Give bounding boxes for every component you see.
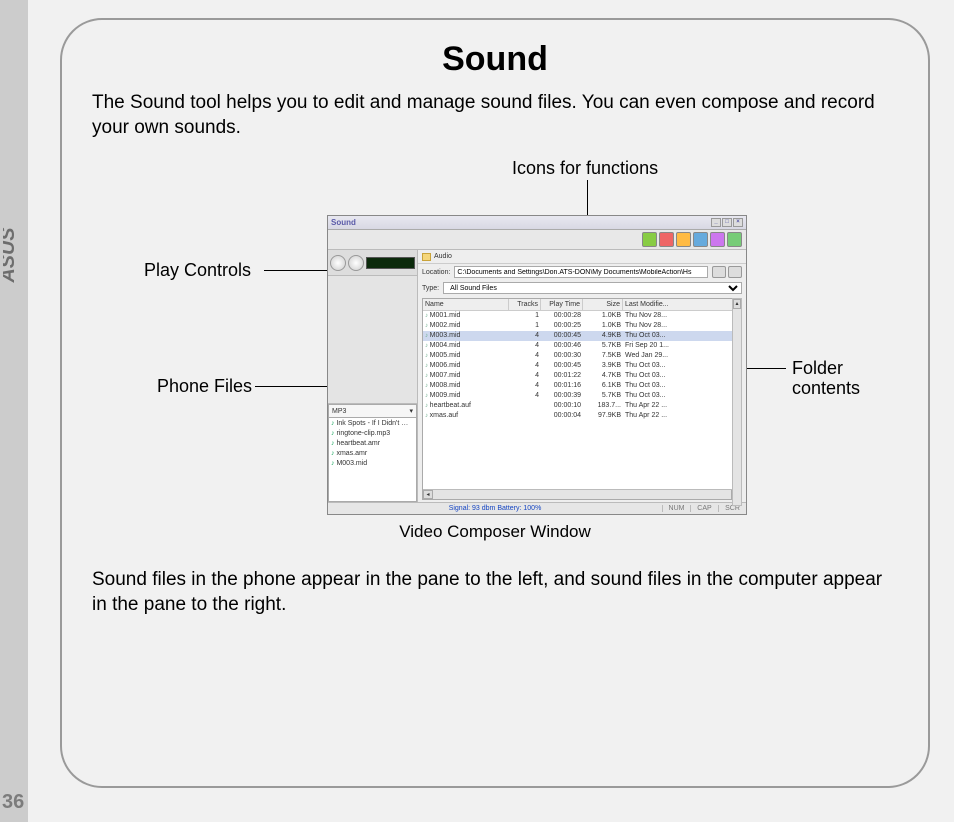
play-controls (328, 250, 417, 276)
phone-file-item[interactable]: Ink Spots - If I Didn't … (331, 419, 414, 429)
phone-files-section: MP3▾ Ink Spots - If I Didn't …ringtone-c… (328, 403, 417, 502)
phone-file-item[interactable]: ringtone-clip.mp3 (331, 429, 414, 439)
type-select[interactable]: All Sound Files (443, 282, 742, 294)
folder-tab[interactable]: Audio (418, 250, 746, 264)
toolbar-icon-6[interactable] (727, 232, 742, 247)
location-input[interactable] (454, 266, 708, 278)
status-cap: CAP (690, 505, 718, 512)
phone-type-label: MP3 (332, 408, 346, 415)
location-label: Location: (422, 269, 450, 276)
table-row[interactable]: M006.mid400:00:453.9KBThu Oct 03... (423, 361, 741, 371)
table-row[interactable]: heartbeat.auf00:00:10183.7...Thu Apr 22 … (423, 401, 741, 411)
status-num: NUM (662, 505, 690, 512)
scroll-left-icon[interactable]: ◂ (423, 490, 433, 499)
toolbar (328, 230, 746, 250)
folder-tab-label: Audio (434, 253, 452, 260)
phone-file-item[interactable]: xmas.amr (331, 449, 414, 459)
status-signal: Signal: 93 dbm Battery: 100% (328, 505, 662, 512)
col-size[interactable]: Size (583, 299, 623, 310)
intro-text: The Sound tool helps you to edit and man… (92, 91, 898, 140)
phone-type-dropdown[interactable]: MP3▾ (328, 404, 417, 418)
file-table[interactable]: Name Tracks Play Time Size Last Modifie.… (422, 298, 742, 500)
h-scrollbar[interactable]: ◂ ▸ (423, 489, 741, 499)
toolbar-icon-5[interactable] (710, 232, 725, 247)
svg-text:ASUS: ASUS (3, 227, 19, 283)
minimize-button[interactable]: _ (711, 218, 721, 227)
col-tracks[interactable]: Tracks (509, 299, 541, 310)
diagram-area: Icons for functions Play Controls Phone … (92, 150, 898, 550)
toolbar-icon-1[interactable] (642, 232, 657, 247)
phone-file-item[interactable]: M003.mid (331, 459, 414, 469)
table-row[interactable]: M009.mid400:00:395.7KBThu Oct 03... (423, 391, 741, 401)
window-title: Sound (331, 218, 356, 227)
callout-folder-l1: Folder (792, 358, 843, 379)
page-spine: ASUS 36 (0, 0, 28, 822)
brand-logo: ASUS (2, 200, 26, 315)
stop-button[interactable] (348, 255, 364, 271)
up-folder-button[interactable] (712, 266, 726, 278)
table-row[interactable]: M002.mid100:00:251.0KBThu Nov 28... (423, 321, 741, 331)
toolbar-icon-4[interactable] (693, 232, 708, 247)
maximize-button[interactable]: □ (722, 218, 732, 227)
callout-play: Play Controls (144, 260, 251, 281)
close-button[interactable]: × (733, 218, 743, 227)
table-row[interactable]: M003.mid400:00:454.9KBThu Oct 03... (423, 331, 741, 341)
play-display (366, 257, 415, 269)
phone-file-item[interactable]: heartbeat.amr (331, 439, 414, 449)
table-row[interactable]: M001.mid100:00:281.0KBThu Nov 28... (423, 311, 741, 321)
callout-icons: Icons for functions (512, 158, 658, 179)
page-number: 36 (2, 791, 24, 814)
window-titlebar: Sound _ □ × (328, 216, 746, 230)
status-bar: Signal: 93 dbm Battery: 100% NUM CAP SCR (328, 502, 746, 514)
phone-file-list[interactable]: Ink Spots - If I Didn't …ringtone-clip.m… (328, 418, 417, 502)
table-row[interactable]: M008.mid400:01:166.1KBThu Oct 03... (423, 381, 741, 391)
table-row[interactable]: xmas.auf00:00:0497.9KBThu Apr 22 ... (423, 411, 741, 421)
table-row[interactable]: M005.mid400:00:307.5KBWed Jan 29... (423, 351, 741, 361)
page-title: Sound (92, 40, 898, 79)
callout-line-phone (255, 386, 335, 387)
v-scrollbar[interactable]: ▴ (732, 298, 742, 506)
callout-folder-l2: contents (792, 378, 860, 399)
toolbar-icon-3[interactable] (676, 232, 691, 247)
col-date[interactable]: Last Modifie... (623, 299, 741, 310)
figure-caption: Video Composer Window (92, 522, 898, 542)
status-scr: SCR (718, 505, 746, 512)
browse-button[interactable] (728, 266, 742, 278)
scroll-up-icon[interactable]: ▴ (733, 299, 741, 309)
callout-phone: Phone Files (157, 376, 252, 397)
file-table-header: Name Tracks Play Time Size Last Modifie.… (423, 299, 741, 311)
toolbar-icon-2[interactable] (659, 232, 674, 247)
table-row[interactable]: M004.mid400:00:465.7KBFri Sep 20 1... (423, 341, 741, 351)
type-label: Type: (422, 285, 439, 292)
left-pane: MP3▾ Ink Spots - If I Didn't …ringtone-c… (328, 250, 418, 502)
col-name[interactable]: Name (423, 299, 509, 310)
outro-text: Sound files in the phone appear in the p… (92, 568, 898, 617)
play-button[interactable] (330, 255, 346, 271)
table-row[interactable]: M007.mid400:01:224.7KBThu Oct 03... (423, 371, 741, 381)
right-pane: Audio Location: Type: All Sound Files (418, 250, 746, 502)
sound-app-window: Sound _ □ × (327, 215, 747, 515)
content-frame: Sound The Sound tool helps you to edit a… (60, 18, 930, 788)
callout-line-play (264, 270, 334, 271)
folder-icon (422, 253, 431, 261)
col-playtime[interactable]: Play Time (541, 299, 583, 310)
